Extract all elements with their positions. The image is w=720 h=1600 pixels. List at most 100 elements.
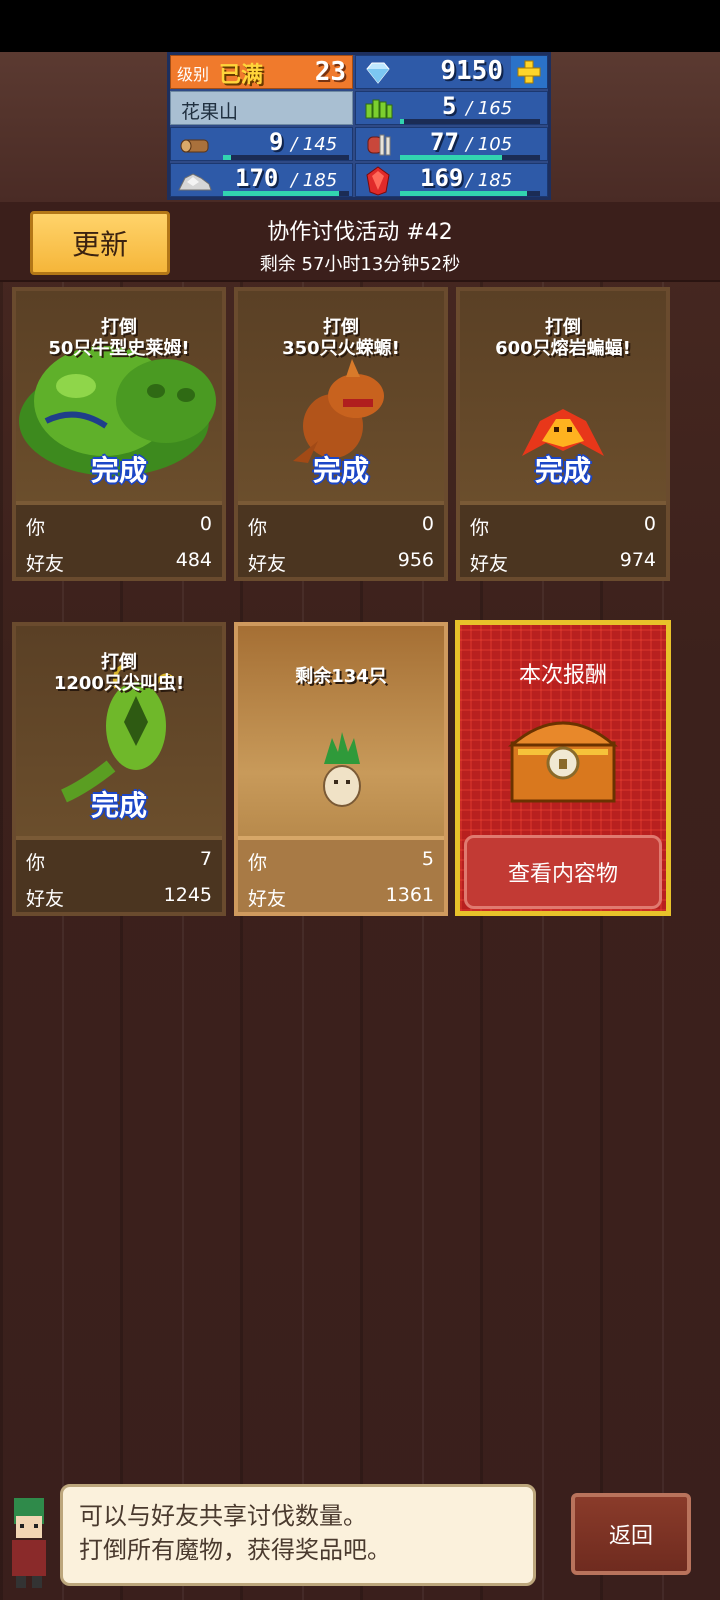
- you-count: 0: [199, 513, 212, 535]
- card-title: 打倒 600只熔岩蝙蝠!: [460, 317, 666, 359]
- location-cell: 花果山: [170, 91, 353, 125]
- ruby-icon: [358, 164, 398, 198]
- you-label: 你: [470, 517, 490, 539]
- advisor-avatar: [12, 1498, 46, 1588]
- remaining-count: 剩余134只: [295, 666, 387, 687]
- quest-card-active[interactable]: 剩余134只 你 5 好友 1361: [234, 622, 448, 916]
- quest-card-lava-bat[interactable]: 打倒 600只熔岩蝙蝠! 完成 你 0 好友 974: [456, 287, 670, 581]
- friends-row: 好友 956: [238, 543, 444, 577]
- you-row: 你 0: [238, 507, 444, 541]
- level-cell: 级别 已满 23: [170, 55, 353, 89]
- you-label: 你: [26, 852, 46, 874]
- view-contents-button[interactable]: 查看内容物: [464, 835, 662, 909]
- friends-row: 好友 1245: [16, 878, 222, 912]
- card-title-line2: 350只火蝾螈!: [282, 338, 400, 359]
- meat-icon: [358, 128, 398, 162]
- card-title-line1: 打倒: [101, 317, 137, 338]
- you-count: 0: [643, 513, 656, 535]
- wood-max: 145: [302, 134, 338, 155]
- friends-label: 好友: [26, 553, 65, 575]
- friends-row: 好友 484: [16, 543, 222, 577]
- friends-row: 好友 974: [460, 543, 666, 577]
- grass-icon: [358, 92, 398, 126]
- ore-bar: [223, 191, 349, 196]
- ore-cell: 170 / 185: [170, 163, 353, 197]
- plus-icon: [517, 60, 541, 84]
- friends-label: 好友: [248, 888, 287, 910]
- status-bar: [0, 0, 720, 52]
- card-art: [238, 626, 444, 840]
- friends-count: 484: [175, 549, 212, 571]
- friends-label: 好友: [248, 553, 287, 575]
- friends-label: 好友: [26, 888, 65, 910]
- friends-count: 956: [397, 549, 434, 571]
- you-row: 你 5: [238, 842, 444, 876]
- quest-card-salamander[interactable]: 打倒 350只火蝾螈! 完成 你 0 好友 956: [234, 287, 448, 581]
- hint-line2: 打倒所有魔物，获得奖品吧。: [79, 1536, 391, 1564]
- card-title-line2: 1200只尖叫虫!: [53, 673, 185, 694]
- you-label: 你: [248, 852, 268, 874]
- status-complete: 完成: [312, 454, 369, 487]
- you-count: 7: [199, 848, 212, 870]
- quest-card-screamer[interactable]: 打倒 1200只尖叫虫! 完成 你 7 好友 1245: [12, 622, 226, 916]
- log-icon: [175, 128, 215, 162]
- you-row: 你 0: [16, 507, 222, 541]
- hint-dialog: 可以与好友共享讨伐数量。 打倒所有魔物，获得奖品吧。: [60, 1484, 536, 1586]
- ruby-value: 169: [420, 164, 464, 192]
- event-timer: 剩余 57小时13分钟52秒: [259, 254, 461, 275]
- card-title-line1: 打倒: [545, 317, 581, 338]
- add-gems-button[interactable]: [511, 56, 547, 88]
- friends-label: 好友: [470, 553, 509, 575]
- gems-cell: 9150: [355, 55, 548, 89]
- wood-value: 9: [269, 128, 284, 156]
- you-row: 你 7: [16, 842, 222, 876]
- status-complete: 完成: [534, 454, 591, 487]
- meat-bar: [400, 155, 540, 160]
- grass-value: 5: [442, 92, 457, 120]
- friends-count: 974: [619, 549, 656, 571]
- refresh-button[interactable]: 更新: [30, 211, 170, 275]
- back-button[interactable]: 返回: [571, 1493, 691, 1575]
- quest-card-slime[interactable]: 打倒 50只牛型史莱姆! 完成 你 0 好友 484: [12, 287, 226, 581]
- grass-max: 165: [477, 98, 513, 119]
- card-title-line1: 打倒: [323, 317, 359, 338]
- you-count: 0: [421, 513, 434, 535]
- diamond-icon: [358, 56, 398, 90]
- friends-row: 好友 1361: [238, 878, 444, 912]
- friends-count: 1245: [163, 884, 212, 906]
- level-status: 已满: [219, 63, 264, 88]
- grass-bar: [400, 119, 540, 124]
- meat-cell: 77 / 105: [355, 127, 548, 161]
- you-label: 你: [248, 517, 268, 539]
- grass-cell: 5 / 165: [355, 91, 548, 125]
- status-complete: 完成: [90, 789, 147, 822]
- location-name: 花果山: [181, 101, 239, 123]
- card-title: 打倒 50只牛型史莱姆!: [16, 317, 222, 359]
- ore-icon: [175, 164, 215, 198]
- wood-bar: [223, 155, 349, 160]
- meat-value: 77: [430, 128, 459, 156]
- card-title-line1: 打倒: [101, 652, 137, 673]
- card-title-line2: 600只熔岩蝙蝠!: [495, 338, 631, 359]
- reward-title: 本次报酬: [518, 663, 607, 688]
- reward-card[interactable]: 本次报酬 查看内容物: [455, 620, 671, 916]
- mandrake-icon: [323, 732, 361, 807]
- card-title: 打倒 1200只尖叫虫!: [16, 652, 222, 694]
- hint-line1: 可以与好友共享讨伐数量。: [79, 1502, 367, 1530]
- level-value: 23: [314, 57, 346, 87]
- ruby-bar: [400, 191, 540, 196]
- card-title: 打倒 350只火蝾螈!: [238, 317, 444, 359]
- resource-panel: 级别 已满 23 9150 花果山 5 / 165 9 / 145 77 / 1…: [167, 52, 551, 200]
- friends-count: 1361: [385, 884, 434, 906]
- you-row: 你 0: [460, 507, 666, 541]
- you-label: 你: [26, 517, 46, 539]
- ruby-max: 185: [477, 170, 513, 191]
- ore-max: 185: [302, 170, 338, 191]
- gems-value: 9150: [440, 56, 503, 86]
- status-complete: 完成: [90, 454, 147, 487]
- event-title: 协作讨伐活动 #42: [267, 220, 453, 245]
- meat-max: 105: [477, 134, 513, 155]
- ruby-cell: 169 / 185: [355, 163, 548, 197]
- you-count: 5: [421, 848, 434, 870]
- ore-value: 170: [235, 164, 279, 192]
